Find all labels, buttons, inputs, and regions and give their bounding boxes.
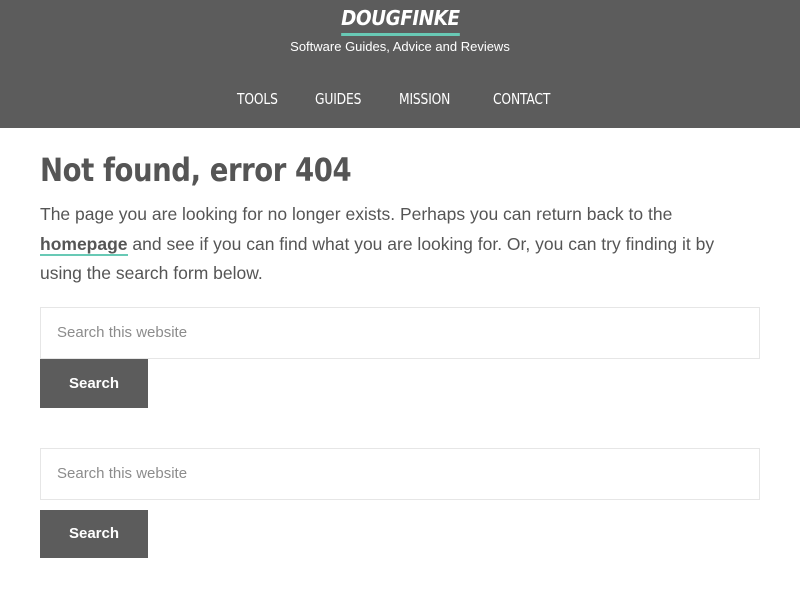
- site-title-link[interactable]: DOUGFINKE: [340, 4, 460, 36]
- search-button-secondary[interactable]: Search: [40, 509, 148, 558]
- nav-item-tools[interactable]: TOOLS: [237, 87, 278, 111]
- page-title: Not found, error 404: [40, 151, 352, 189]
- search-form-secondary: Search: [40, 447, 760, 558]
- site-header: DOUGFINKE Software Guides, Advice and Re…: [0, 0, 800, 128]
- nav-item-mission[interactable]: MISSION: [399, 87, 450, 111]
- search-form: Search: [40, 306, 760, 408]
- page-text-start: The page you are looking for no longer e…: [40, 204, 673, 224]
- page-text: The page you are looking for no longer e…: [40, 200, 760, 289]
- search-input[interactable]: [40, 306, 760, 359]
- main-content: Not found, error 404 The page you are lo…: [40, 128, 760, 558]
- search-button[interactable]: Search: [40, 358, 148, 408]
- main-nav: TOOLS GUIDES MISSION CONTACT: [0, 87, 800, 111]
- page-text-end: and see if you can find what you are loo…: [40, 233, 715, 284]
- site-tagline: Software Guides, Advice and Reviews: [290, 39, 510, 54]
- nav-item-guides[interactable]: GUIDES: [315, 87, 361, 111]
- site-title: DOUGFINKE: [0, 4, 800, 36]
- homepage-link[interactable]: homepage: [40, 233, 128, 256]
- nav-item-contact[interactable]: CONTACT: [493, 87, 550, 111]
- search-input-secondary[interactable]: [40, 447, 760, 500]
